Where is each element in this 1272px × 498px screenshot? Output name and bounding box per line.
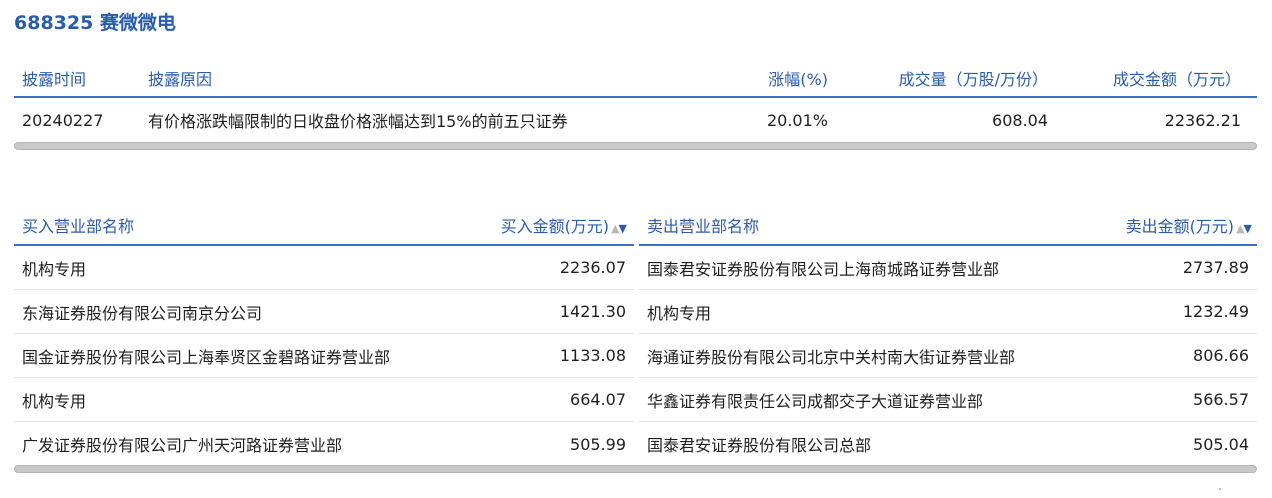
buy-amount: 1133.08 bbox=[559, 346, 626, 365]
header-sell-amount-label: 卖出金额(万元) bbox=[1125, 217, 1235, 236]
header-sell-name: 卖出营业部名称 bbox=[647, 217, 760, 236]
sell-amount: 2737.89 bbox=[1182, 258, 1249, 277]
sell-amount: 505.04 bbox=[1193, 434, 1249, 454]
buy-amount: 664.07 bbox=[570, 390, 626, 409]
header-sell-amount[interactable]: 卖出金额(万元) ▲▼ bbox=[1126, 213, 1257, 237]
header-volume[interactable]: 成交量（万股/万份） bbox=[828, 66, 1048, 90]
sell-broker-name: 国泰君安证券股份有限公司总部 bbox=[647, 436, 872, 455]
header-buy-amount-label: 买入金额(万元) bbox=[500, 217, 610, 236]
sell-amount: 1232.49 bbox=[1182, 302, 1249, 321]
header-buy-amount[interactable]: 买入金额(万元) ▲▼ bbox=[501, 213, 634, 237]
amount: 22362.21 bbox=[1164, 110, 1241, 130]
table-row: 国泰君安证券股份有限公司上海商城路证券营业部 2737.89 bbox=[639, 246, 1257, 290]
buy-table: 买入营业部名称 买入金额(万元) ▲▼ 机构专用 2236.07 东海证券股份有限公司… bbox=[14, 206, 634, 466]
corner-mark bbox=[1219, 488, 1221, 490]
buy-broker-name: 机构专用 bbox=[22, 391, 87, 411]
sell-broker-name: 机构专用 bbox=[647, 303, 712, 323]
buy-amount: 2236.07 bbox=[559, 258, 626, 277]
sell-table: 卖出营业部名称 卖出金额(万元) ▲▼ 国泰君安证券股份有限公司上海商城路证券营业… bbox=[639, 206, 1257, 466]
buy-header-row: 买入营业部名称 买入金额(万元) ▲▼ bbox=[14, 206, 634, 246]
table-row: 国泰君安证券股份有限公司总部 505.04 bbox=[639, 422, 1257, 466]
page-title: 688325 赛微微电 bbox=[14, 12, 176, 34]
table-row: 机构专用 2236.07 bbox=[14, 246, 634, 290]
change-pct: 20.01% bbox=[766, 110, 828, 130]
header-buy-name: 买入营业部名称 bbox=[22, 217, 135, 236]
buy-broker-name: 东海证券股份有限公司南京分公司 bbox=[22, 303, 263, 323]
header-amount[interactable]: 成交金额（万元） bbox=[1048, 66, 1249, 90]
table-row: 国金证券股份有限公司上海奉贤区金碧路证券营业部 1133.08 bbox=[14, 334, 634, 378]
disclosure-time: 20240227 bbox=[22, 110, 104, 130]
header-change-pct[interactable]: 涨幅(%) bbox=[668, 66, 828, 90]
sell-broker-name: 国泰君安证券股份有限公司上海商城路证券营业部 bbox=[647, 259, 1000, 279]
disclosure-table: 披露时间 披露原因 涨幅(%) 成交量（万股/万份） 成交金额（万元） 2024… bbox=[14, 60, 1257, 142]
table-row: 海通证券股份有限公司北京中关村南大街证券营业部 806.66 bbox=[639, 334, 1257, 378]
sell-broker-name: 华鑫证券有限责任公司成都交子大道证券营业部 bbox=[647, 391, 984, 411]
table-row: 华鑫证券有限责任公司成都交子大道证券营业部 566.57 bbox=[639, 378, 1257, 422]
volume: 608.04 bbox=[992, 110, 1048, 130]
buy-broker-name: 广发证券股份有限公司广州天河路证券营业部 bbox=[22, 436, 343, 455]
sort-icon[interactable]: ▲▼ bbox=[611, 222, 627, 235]
sort-icon[interactable]: ▲▼ bbox=[1236, 222, 1252, 235]
sell-header-row: 卖出营业部名称 卖出金额(万元) ▲▼ bbox=[639, 206, 1257, 246]
table-row: 广发证券股份有限公司广州天河路证券营业部 505.99 bbox=[14, 422, 634, 466]
buy-broker-name: 机构专用 bbox=[22, 259, 87, 279]
trading-scrollbar[interactable] bbox=[14, 465, 1257, 473]
disclosure-reason: 有价格涨跌幅限制的日收盘价格涨幅达到15%的前五只证券 bbox=[148, 112, 568, 131]
table-row: 20240227 有价格涨跌幅限制的日收盘价格涨幅达到15%的前五只证券 20.… bbox=[14, 98, 1257, 142]
table-row: 机构专用 664.07 bbox=[14, 378, 634, 422]
buy-amount: 1421.30 bbox=[559, 302, 626, 321]
table-row: 东海证券股份有限公司南京分公司 1421.30 bbox=[14, 290, 634, 334]
disclosure-scrollbar[interactable] bbox=[14, 142, 1257, 150]
sell-amount: 806.66 bbox=[1193, 346, 1249, 365]
buy-amount: 505.99 bbox=[570, 434, 626, 454]
header-disclosure-time[interactable]: 披露时间 bbox=[14, 66, 148, 90]
sell-broker-name: 海通证券股份有限公司北京中关村南大街证券营业部 bbox=[647, 347, 1016, 367]
header-disclosure-reason[interactable]: 披露原因 bbox=[148, 66, 668, 90]
table-row: 机构专用 1232.49 bbox=[639, 290, 1257, 334]
sell-amount: 566.57 bbox=[1193, 390, 1249, 409]
disclosure-header-row: 披露时间 披露原因 涨幅(%) 成交量（万股/万份） 成交金额（万元） bbox=[14, 60, 1257, 98]
buy-broker-name: 国金证券股份有限公司上海奉贤区金碧路证券营业部 bbox=[22, 347, 391, 367]
